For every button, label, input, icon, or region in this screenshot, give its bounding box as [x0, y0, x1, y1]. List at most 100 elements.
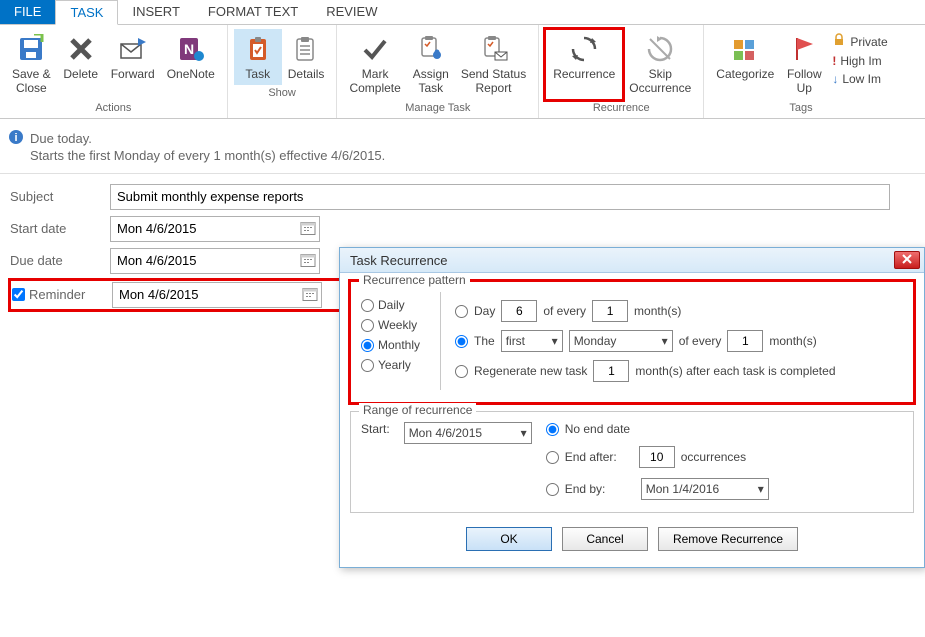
ok-button[interactable]: OK: [466, 527, 552, 551]
opt-day-text1: of every: [543, 304, 586, 318]
info-line1: Due today.: [30, 131, 92, 146]
chevron-down-icon: ▾: [758, 482, 764, 496]
freq-yearly[interactable]: Yearly: [361, 358, 432, 372]
dialog-title-bar: Task Recurrence: [340, 248, 924, 273]
details-label: Details: [288, 67, 325, 81]
private-label: Private: [850, 35, 887, 49]
reminder-checkbox[interactable]: [12, 288, 25, 301]
high-importance-button[interactable]: ! High Im: [832, 52, 881, 70]
categorize-button[interactable]: Categorize: [710, 29, 780, 100]
dialog-title: Task Recurrence: [350, 253, 448, 268]
chevron-down-icon: ▾: [521, 426, 527, 440]
recurrence-label: Recurrence: [553, 67, 615, 81]
mark-complete-button[interactable]: Mark Complete: [343, 29, 406, 100]
recurrence-button[interactable]: Recurrence: [545, 29, 623, 100]
exclaim-icon: !: [832, 54, 836, 68]
calendar-icon[interactable]: [302, 285, 318, 304]
freq-daily[interactable]: Daily: [361, 298, 432, 312]
opt-the-ord-select[interactable]: first▾: [501, 330, 563, 352]
cancel-button[interactable]: Cancel: [562, 527, 648, 551]
freq-weekly[interactable]: Weekly: [361, 318, 432, 332]
calendar-icon[interactable]: [300, 219, 316, 238]
opt-the-text2: month(s): [769, 334, 816, 348]
frequency-column: Daily Weekly Monthly Yearly: [361, 292, 441, 390]
opt-the-radio[interactable]: [455, 335, 468, 348]
tab-review[interactable]: REVIEW: [312, 0, 391, 24]
onenote-label: OneNote: [167, 67, 215, 81]
ribbon-group-actions: Save & Close Delete Forward N OneNote: [0, 25, 228, 118]
forward-button[interactable]: Forward: [105, 29, 161, 100]
range-legend: Range of recurrence: [359, 403, 476, 417]
assign-task-label: Assign Task: [413, 67, 449, 96]
group-label-tags: Tags: [710, 100, 891, 116]
opt-the-dow-select[interactable]: Monday ▾: [569, 330, 673, 352]
pattern-options: Day of every month(s) The first▾ Monday▾…: [441, 292, 903, 390]
chevron-down-icon: ▾: [552, 334, 558, 348]
ribbon-group-show: Task Details Show: [228, 25, 338, 118]
range-noend[interactable]: No end date: [546, 422, 769, 436]
tab-format-text[interactable]: FORMAT TEXT: [194, 0, 312, 24]
ribbon-group-manage: Mark Complete Assign Task Send Status Re…: [337, 25, 539, 118]
range-endafter-num[interactable]: [639, 446, 675, 468]
details-icon: [290, 33, 322, 65]
check-icon: [359, 33, 391, 65]
skip-occurrence-button[interactable]: Skip Occurrence: [623, 29, 697, 100]
range-start-value: Mon 4/6/2015: [409, 426, 482, 440]
opt-the-months[interactable]: [727, 330, 763, 352]
opt-regen-radio[interactable]: [455, 365, 468, 378]
onenote-icon: N: [175, 33, 207, 65]
freq-monthly[interactable]: Monthly: [361, 338, 432, 352]
chevron-down-icon: ▾: [662, 334, 668, 348]
tab-task[interactable]: TASK: [55, 0, 118, 25]
delete-button[interactable]: Delete: [57, 29, 105, 100]
followup-button[interactable]: Follow Up: [780, 29, 828, 100]
calendar-icon[interactable]: [300, 251, 316, 270]
subject-input[interactable]: [110, 184, 890, 210]
send-status-label: Send Status Report: [461, 67, 526, 96]
task-view-label: Task: [245, 67, 270, 81]
skip-icon: [644, 33, 676, 65]
opt-day-months[interactable]: [592, 300, 628, 322]
save-close-button[interactable]: Save & Close: [6, 29, 57, 100]
reminder-date-input[interactable]: [112, 282, 322, 308]
assign-task-button[interactable]: Assign Task: [407, 29, 455, 100]
send-status-button[interactable]: Send Status Report: [455, 29, 532, 100]
start-date-label: Start date: [10, 221, 110, 236]
close-button[interactable]: [894, 251, 920, 269]
range-endby-select[interactable]: Mon 1/4/2016▾: [641, 478, 769, 500]
low-importance-button[interactable]: ↓ Low Im: [832, 70, 881, 88]
tab-file[interactable]: FILE: [0, 0, 55, 24]
info-line2: Starts the first Monday of every 1 month…: [30, 148, 385, 163]
start-date-input[interactable]: [110, 216, 320, 242]
group-label-actions: Actions: [6, 100, 221, 116]
skip-label: Skip Occurrence: [629, 67, 691, 96]
opt-the-label: The: [474, 334, 495, 348]
lock-icon: [832, 33, 846, 50]
remove-recurrence-button[interactable]: Remove Recurrence: [658, 527, 798, 551]
delete-icon: [65, 33, 97, 65]
svg-text:i: i: [14, 132, 17, 144]
due-date-input[interactable]: [110, 248, 320, 274]
ribbon-group-recurrence: Recurrence Skip Occurrence Recurrence: [539, 25, 704, 118]
group-label-manage: Manage Task: [343, 100, 532, 116]
high-label: High Im: [840, 54, 881, 68]
opt-day-radio[interactable]: [455, 305, 468, 318]
save-icon: [15, 33, 47, 65]
task-view-button[interactable]: Task: [234, 29, 282, 85]
down-arrow-icon: ↓: [832, 72, 838, 86]
onenote-button[interactable]: N OneNote: [161, 29, 221, 100]
tab-insert[interactable]: INSERT: [118, 0, 193, 24]
forward-icon: [117, 33, 149, 65]
range-endby[interactable]: End by: Mon 1/4/2016▾: [546, 478, 769, 500]
recurrence-dialog: Task Recurrence Recurrence pattern Daily…: [339, 247, 925, 568]
private-button[interactable]: Private: [832, 31, 887, 52]
range-endafter[interactable]: End after: occurrences: [546, 446, 769, 468]
details-button[interactable]: Details: [282, 29, 331, 85]
ribbon-tabs: FILE TASK INSERT FORMAT TEXT REVIEW: [0, 0, 925, 25]
opt-day-num[interactable]: [501, 300, 537, 322]
opt-regen-num[interactable]: [593, 360, 629, 382]
opt-the-dow-value: Monday: [574, 334, 617, 348]
flag-icon: [788, 33, 820, 65]
range-start-select[interactable]: Mon 4/6/2015 ▾: [404, 422, 532, 444]
mark-complete-label: Mark Complete: [349, 67, 400, 96]
